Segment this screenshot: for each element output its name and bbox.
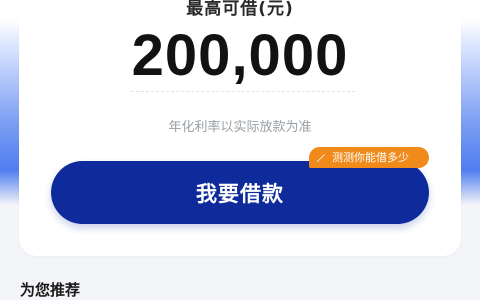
- rate-note: 年化利率以实际放款为准: [168, 120, 312, 135]
- test-badge-text: 测测你能借多少: [332, 151, 409, 164]
- pencil-icon: [317, 153, 325, 162]
- recommend-section-title: 为您推荐: [20, 281, 81, 299]
- max-borrow-label: 最高可借(元): [186, 0, 294, 19]
- borrow-button-label: 我要借款: [196, 181, 284, 206]
- test-borrow-limit-badge[interactable]: 测测你能借多少: [309, 147, 429, 168]
- loan-card: 最高可借(元) 200,000 年化利率以实际放款为准 我要借款 测测你能借多少: [19, 0, 461, 256]
- borrow-button[interactable]: 我要借款: [51, 161, 429, 224]
- max-amount: 200,000: [131, 23, 349, 88]
- amount-divider: [131, 91, 355, 92]
